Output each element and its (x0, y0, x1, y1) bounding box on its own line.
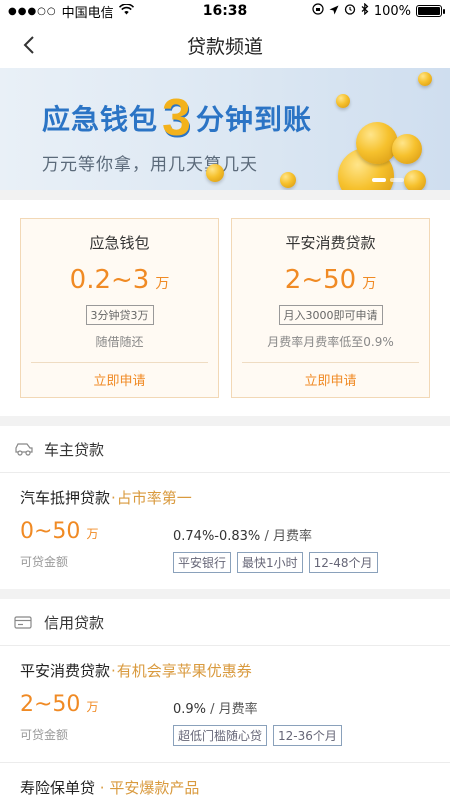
featured-amount: 2~50 万 (284, 265, 377, 295)
loan-title: 汽车抵押贷款·占市率第一 (20, 489, 192, 507)
page-title: 贷款频道 (186, 35, 263, 58)
loan-highlight: 平安爆款产品 (109, 779, 200, 797)
divider (242, 362, 419, 363)
featured-desc: 随借随还 (95, 335, 144, 349)
section-title: 信用贷款 (44, 613, 105, 632)
loan-rate: 0.9% / 月费率 (173, 702, 258, 717)
loan-rate: 0.74%-0.83% / 月费率 (173, 529, 312, 544)
status-right: 100% (312, 2, 445, 19)
featured-tag: 3分钟贷3万 (85, 305, 154, 325)
coin-icon (356, 122, 398, 164)
nav-bar: 贷款频道 (0, 22, 450, 68)
featured-name: 平安消费贷款 (285, 234, 376, 252)
status-bar: ●●●○○ 中国电信 16:38 100% (0, 0, 450, 22)
featured-products: 应急钱包 0.2~3 万 3分钟贷3万 随借随还 立即申请 平安消费贷款 2~50… (0, 200, 450, 416)
loan-title: 寿险保单贷 (20, 779, 96, 797)
loan-tag: 12-36个月 (273, 725, 342, 746)
card-icon (14, 615, 34, 629)
battery-percent: 100% (373, 3, 411, 19)
alarm-icon (344, 3, 356, 19)
status-time: 16:38 (202, 3, 248, 19)
featured-amount: 0.2~3 万 (69, 265, 170, 295)
signal-icon: ●●●○○ (8, 5, 57, 17)
loan-title: 平安消费贷款·有机会享苹果优惠券 (20, 662, 252, 680)
banner-pager (372, 178, 404, 182)
loan-tags: 超低门槛随心贷 12-36个月 (173, 725, 342, 746)
apply-button[interactable]: 立即申请 (21, 370, 218, 389)
featured-name: 应急钱包 (89, 234, 150, 252)
coin-icon (392, 134, 422, 164)
location-icon (329, 4, 339, 19)
banner-headline-left: 应急钱包 (42, 103, 159, 136)
loan-amount: 0~50 万 (20, 519, 99, 544)
back-button[interactable] (14, 30, 44, 60)
coin-icon (206, 164, 224, 182)
loan-tags: 平安银行 最快1小时 12-48个月 (173, 552, 378, 573)
banner-headline-right: 分钟到账 (195, 103, 312, 136)
section-header: 信用贷款 (0, 599, 450, 646)
loan-amount-label: 可贷金额 (20, 728, 69, 742)
car-loan-section: 车主贷款 汽车抵押贷款·占市率第一 0~50 万 可贷金额 0.74%-0.83%… (0, 426, 450, 589)
coin-icon (336, 94, 350, 108)
banner-headline: 应急钱包 3 分钟到账 (42, 92, 312, 144)
coin-icon (280, 172, 296, 188)
promo-banner[interactable]: 应急钱包 3 分钟到账 万元等你拿，用几天算几天 (0, 68, 450, 190)
loan-tag: 最快1小时 (237, 552, 303, 573)
loan-amount: 2~50 万 (20, 692, 99, 717)
loan-tag: 超低门槛随心贷 (173, 725, 268, 746)
chevron-left-icon (23, 36, 34, 54)
featured-desc: 月费率月费率低至0.9% (267, 335, 394, 349)
apply-button[interactable]: 立即申请 (232, 370, 429, 389)
battery-icon (416, 5, 445, 17)
car-icon (14, 442, 34, 456)
banner-subline: 万元等你拿，用几天算几天 (42, 155, 258, 175)
banner-headline-number: 3 (162, 89, 192, 147)
section-title: 车主贷款 (44, 440, 105, 459)
featured-card-emergency-wallet[interactable]: 应急钱包 0.2~3 万 3分钟贷3万 随借随还 立即申请 (20, 218, 219, 398)
credit-loan-section: 信用贷款 平安消费贷款·有机会享苹果优惠券 2~50 万 可贷金额 0.9% / … (0, 599, 450, 800)
loan-item-policy[interactable]: 寿险保单贷 · 平安爆款产品 (0, 762, 450, 800)
loan-item-consumer[interactable]: 平安消费贷款·有机会享苹果优惠券 2~50 万 可贷金额 0.9% / 月费率 超… (0, 646, 450, 762)
loan-tag: 平安银行 (173, 552, 232, 573)
featured-tag: 月入3000即可申请 (278, 305, 383, 325)
divider (31, 362, 208, 363)
rotation-lock-icon (312, 3, 324, 19)
coin-icon (418, 72, 432, 86)
coin-icon (404, 170, 426, 190)
status-left: ●●●○○ 中国电信 (8, 2, 134, 21)
loan-item-car-mortgage[interactable]: 汽车抵押贷款·占市率第一 0~50 万 可贷金额 0.74%-0.83% / 月费… (0, 473, 450, 589)
carrier-name: 中国电信 (61, 5, 114, 21)
featured-card-consumer-loan[interactable]: 平安消费贷款 2~50 万 月入3000即可申请 月费率月费率低至0.9% 立即申… (231, 218, 430, 398)
section-header: 车主贷款 (0, 426, 450, 473)
wifi-icon (118, 2, 134, 19)
loan-amount-label: 可贷金额 (20, 555, 69, 569)
loan-tag: 12-48个月 (308, 552, 378, 573)
bluetooth-icon (361, 2, 369, 19)
